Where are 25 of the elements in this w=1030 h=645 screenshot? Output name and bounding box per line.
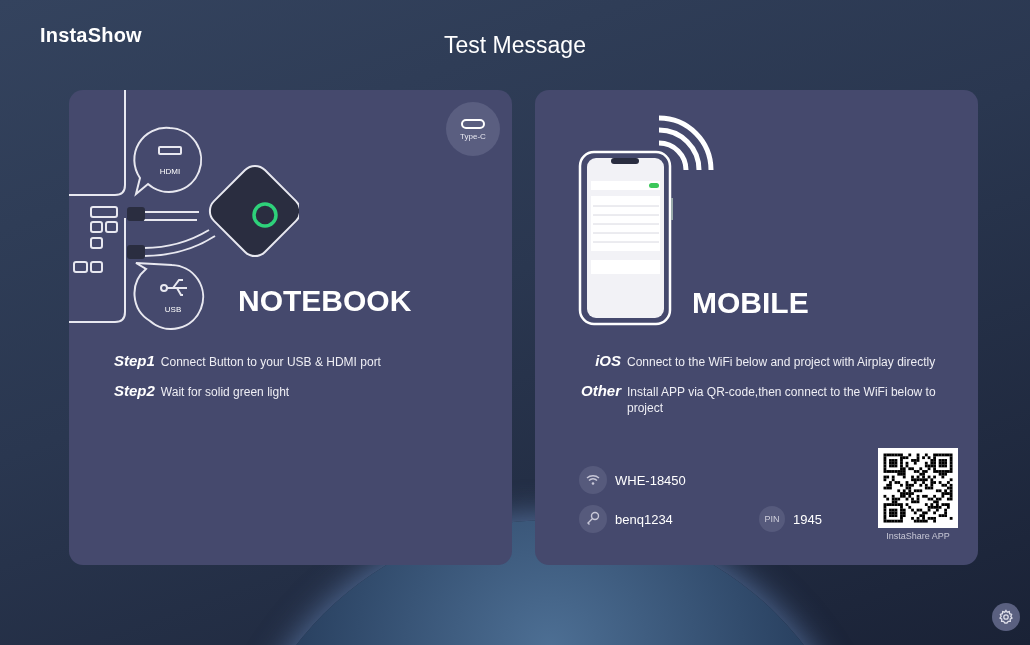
pin-badge: PIN [759, 506, 785, 532]
type-c-badge: Type-C [446, 102, 500, 156]
instruction-text: Install APP via QR-code,then connect to the WiFi below to project [627, 384, 937, 417]
step-text: Connect Button to your USB & HDMI port [160, 354, 381, 371]
usb-c-port-icon [460, 117, 486, 130]
settings-button[interactable] [992, 603, 1020, 631]
step-text: Wait for solid green light [160, 384, 290, 401]
notebook-heading: NOTEBOOK [238, 286, 412, 316]
wifi-icon [579, 466, 607, 494]
pin-code: 1945 [793, 511, 822, 527]
qr-caption: InstaShare APP [886, 531, 950, 541]
message-title: Test Message [444, 32, 586, 59]
logo-text: InstaShow [40, 24, 142, 47]
platform-label: iOS [594, 352, 621, 369]
wifi-password: benq1234 [615, 511, 674, 527]
key-icon [579, 505, 607, 533]
step-label: Step2 [114, 382, 155, 400]
usb-label: USB [164, 305, 182, 314]
instruction-text: Connect to the WiFi below and project with Airplay directly [627, 354, 936, 371]
wifi-ssid: WHE-18450 [615, 472, 686, 488]
settings-icon [998, 609, 1014, 625]
platform-label: Other [580, 382, 621, 400]
hdmi-label: HDMI [159, 167, 181, 176]
step-label: Step1 [114, 352, 155, 369]
mobile-heading: MOBILE [692, 288, 809, 318]
